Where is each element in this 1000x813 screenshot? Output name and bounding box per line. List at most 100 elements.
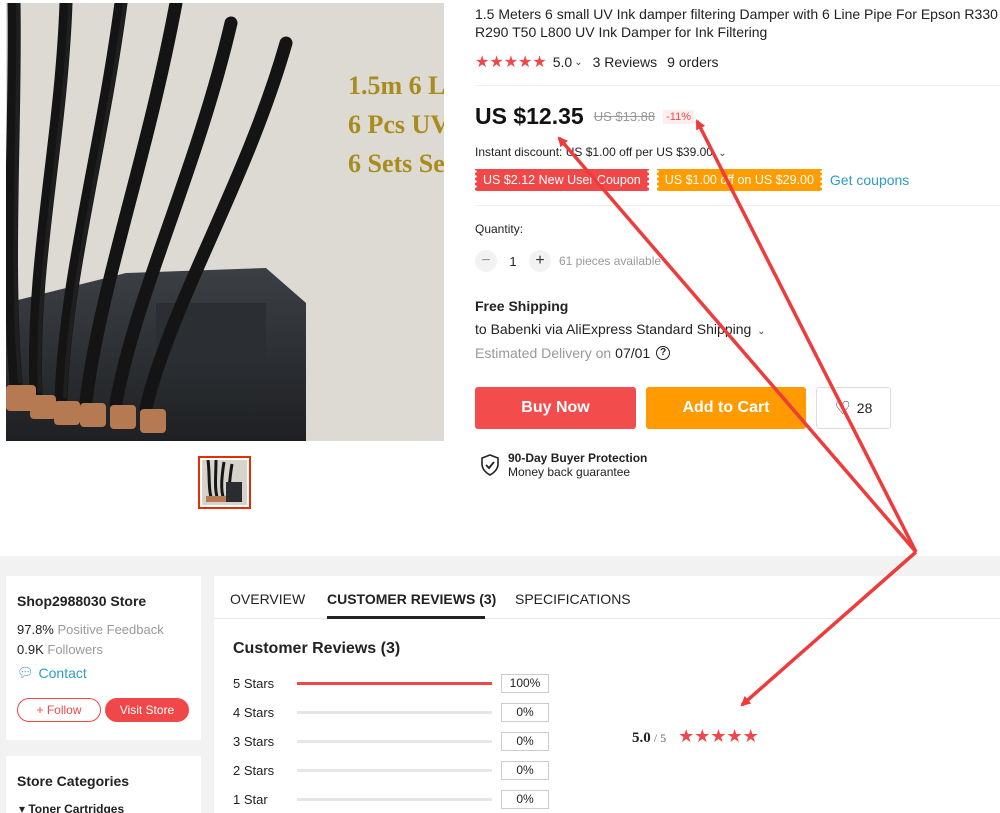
coupon-row: US $2.12 New User Coupon US $1.00 off on… xyxy=(474,169,909,191)
store-categories-card: Store Categories ▾ Toner Cartridges xyxy=(6,756,201,813)
original-price: US $13.88 xyxy=(593,109,656,124)
rating-bar-percent: 0% xyxy=(501,732,549,751)
chevron-down-icon[interactable]: ⌄ xyxy=(718,148,726,159)
shipping-title: Free Shipping xyxy=(475,298,569,314)
followers: 0.9K Followers xyxy=(17,642,103,657)
shipping-method-text: to Babenki via AliExpress Standard Shipp… xyxy=(475,321,752,337)
buyer-protection: 90-Day Buyer Protection Money back guara… xyxy=(480,451,647,479)
rating-value[interactable]: 5.0 xyxy=(553,54,572,70)
rating-bar-track xyxy=(297,798,492,801)
rating-bar-fill xyxy=(297,682,492,685)
wishlist-button[interactable]: ♡ 28 xyxy=(816,387,891,429)
rating-bar-percent: 0% xyxy=(501,790,549,809)
pieces-available: 61 pieces available xyxy=(559,254,662,268)
reviews-link[interactable]: 3 Reviews xyxy=(593,54,658,70)
quantity-decrease-button[interactable]: − xyxy=(475,250,497,272)
average-rating: 5.0 / 5 ★★★★★ xyxy=(632,726,759,747)
rating-bar-label: 1 Star xyxy=(233,792,268,807)
delivery-date: 07/01 xyxy=(615,345,651,361)
rating-bar-row[interactable]: 3 Stars 0% xyxy=(233,732,549,751)
rating-bar-track xyxy=(297,740,492,743)
rating-bar-row[interactable]: 1 Star 0% xyxy=(233,790,549,809)
buy-now-button[interactable]: Buy Now xyxy=(475,387,636,429)
rating-bar-label: 3 Stars xyxy=(233,734,275,749)
rating-bar-label: 4 Stars xyxy=(233,705,275,720)
shield-check-icon xyxy=(481,454,499,476)
feedback-label: Positive Feedback xyxy=(57,622,164,637)
instant-discount[interactable]: Instant discount: US $1.00 off per US $3… xyxy=(475,145,727,159)
product-thumbnail[interactable] xyxy=(198,456,251,509)
tab-specifications[interactable]: SPECIFICATIONS xyxy=(515,591,631,607)
tab-customer-reviews[interactable]: CUSTOMER REVIEWS (3) xyxy=(327,591,496,607)
thumbnail-photo xyxy=(202,460,247,505)
follow-label: Follow xyxy=(46,703,82,717)
shipping-method[interactable]: to Babenki via AliExpress Standard Shipp… xyxy=(475,321,766,337)
protection-title: 90-Day Buyer Protection xyxy=(508,451,648,465)
average-rating-value: 5.0 xyxy=(632,730,651,746)
active-tab-indicator xyxy=(327,616,485,619)
category-label: Toner Cartridges xyxy=(28,802,125,813)
store-coupon[interactable]: US $1.00 off on US $29.00 xyxy=(655,169,824,191)
chat-icon: 💬︎ xyxy=(17,665,34,680)
current-price: US $12.35 xyxy=(475,103,584,129)
image-caption-line-1: 1.5m 6 L xyxy=(348,71,444,100)
rating-bar-track xyxy=(297,769,492,772)
product-title: 1.5 Meters 6 small UV Ink damper filteri… xyxy=(475,5,1000,41)
rating-bar-row[interactable]: 4 Stars 0% xyxy=(233,703,549,722)
price-row: US $12.35 US $13.88 -11% xyxy=(475,103,695,130)
category-item[interactable]: ▾ Toner Cartridges xyxy=(19,802,124,813)
add-to-cart-button[interactable]: Add to Cart xyxy=(646,387,806,429)
rating-stars-icon: ★★★★★ xyxy=(475,54,547,71)
rating-bar-percent: 0% xyxy=(501,703,549,722)
divider xyxy=(475,205,1000,206)
average-rating-stars-icon: ★★★★★ xyxy=(678,726,759,747)
image-caption-line-2: 6 Pcs UV xyxy=(348,110,444,139)
store-card: Shop2988030 Store 97.8% Positive Feedbac… xyxy=(6,576,201,740)
visit-store-button[interactable]: Visit Store xyxy=(105,698,189,722)
rating-bar-percent: 0% xyxy=(501,761,549,780)
chevron-down-icon[interactable]: ⌄ xyxy=(574,57,582,68)
heart-icon: ♡ xyxy=(834,397,851,418)
product-photo xyxy=(6,3,444,441)
rating-bar-row[interactable]: 5 Stars 100% xyxy=(233,674,549,693)
chevron-down-icon[interactable]: ⌄ xyxy=(757,326,765,337)
positive-feedback: 97.8% Positive Feedback xyxy=(17,622,164,637)
followers-value: 0.9K xyxy=(17,642,44,657)
divider xyxy=(475,85,1000,86)
protection-subtitle: Money back guarantee xyxy=(508,465,631,479)
contact-link[interactable]: 💬︎ Contact xyxy=(17,665,87,681)
quantity-label: Quantity: xyxy=(475,222,524,236)
discount-badge: -11% xyxy=(663,109,695,124)
follow-button[interactable]: + Follow xyxy=(17,698,101,722)
quantity-stepper: − 1 + 61 pieces available xyxy=(475,250,661,272)
image-caption-line-3: 6 Sets Se xyxy=(348,149,444,178)
followers-label: Followers xyxy=(47,642,103,657)
quantity-increase-button[interactable]: + xyxy=(529,250,551,272)
help-icon[interactable]: ? xyxy=(656,346,671,360)
delivery-label: Estimated Delivery on xyxy=(475,345,612,361)
orders-count: 9 orders xyxy=(667,54,719,70)
rating-bar-label: 5 Stars xyxy=(233,676,275,691)
product-tabs: OVERVIEW CUSTOMER REVIEWS (3) SPECIFICAT… xyxy=(214,576,1000,619)
rating-row: ★★★★★ 5.0 ⌄ 3 Reviews 9 orders xyxy=(475,52,719,72)
quantity-input[interactable]: 1 xyxy=(497,254,529,269)
store-name[interactable]: Shop2988030 Store xyxy=(17,593,146,609)
rating-bar-percent: 100% xyxy=(501,674,549,693)
wishlist-count: 28 xyxy=(856,400,873,416)
contact-label: Contact xyxy=(38,665,87,681)
estimated-delivery: Estimated Delivery on 07/01 ? xyxy=(475,345,671,361)
rating-bar-label: 2 Stars xyxy=(233,763,275,778)
product-title-line-1: 1.5 Meters 6 small UV Ink damper filteri… xyxy=(475,6,998,22)
new-user-coupon[interactable]: US $2.12 New User Coupon xyxy=(474,169,650,191)
instant-discount-text: Instant discount: US $1.00 off per US $3… xyxy=(475,145,713,159)
rating-bar-row[interactable]: 2 Stars 0% xyxy=(233,761,549,780)
reviews-heading: Customer Reviews (3) xyxy=(233,640,401,657)
tab-overview[interactable]: OVERVIEW xyxy=(230,591,305,607)
rating-bar-track xyxy=(297,711,492,714)
get-coupons-link[interactable]: Get coupons xyxy=(830,172,909,188)
product-main-image[interactable]: 1.5m 6 L 6 Pcs UV 6 Sets Se xyxy=(6,3,444,441)
feedback-value: 97.8% xyxy=(17,622,54,637)
reviews-panel: OVERVIEW CUSTOMER REVIEWS (3) SPECIFICAT… xyxy=(214,576,1000,813)
average-rating-max: / 5 xyxy=(653,731,667,745)
rating-bar-track xyxy=(297,682,492,685)
